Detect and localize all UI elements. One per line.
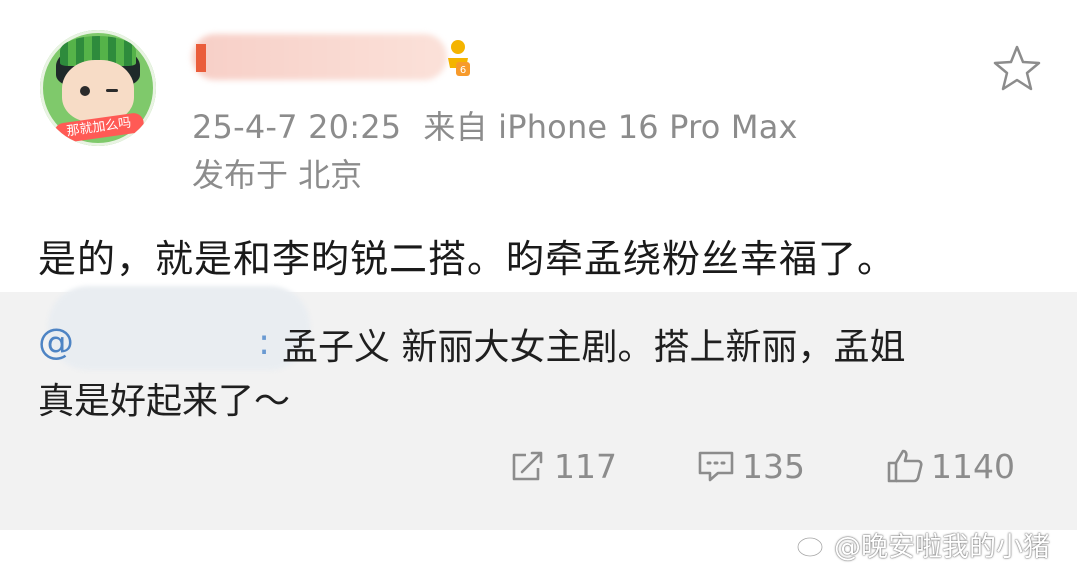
mention-redacted[interactable] xyxy=(48,286,310,370)
vip-badge-icon: 6 xyxy=(448,40,470,76)
mention-at-symbol[interactable]: @ xyxy=(38,322,74,363)
repost-block[interactable]: @ : 孟子义 新丽大女主剧。搭上新丽，孟姐 真是好起来了～ 117 135 1… xyxy=(0,286,1077,530)
comment-count: 135 xyxy=(742,446,805,486)
repost-text-line1: 孟子义 新丽大女主剧。搭上新丽，孟姐 xyxy=(282,327,906,368)
post-meta: 25-4-7 20:25 来自 iPhone 16 Pro Max xyxy=(192,102,798,148)
weibo-watermark: @晚安啦我的小猪 xyxy=(796,526,1050,563)
repost-button[interactable]: 117 xyxy=(508,444,617,488)
repost-count: 117 xyxy=(554,446,617,486)
favorite-star-icon[interactable] xyxy=(990,42,1044,96)
post-source: 来自 iPhone 16 Pro Max xyxy=(423,108,798,146)
avatar-wink xyxy=(106,89,118,92)
author-avatar[interactable]: 那就加么吗 xyxy=(40,30,156,146)
mention-colon: : xyxy=(258,322,271,363)
avatar-face xyxy=(62,60,134,122)
like-count: 1140 xyxy=(931,446,1015,486)
post-timestamp: 25-4-7 20:25 xyxy=(192,108,402,146)
comment-icon xyxy=(698,451,734,482)
svg-text:6: 6 xyxy=(460,65,466,76)
watermark-text: @晚安啦我的小猪 xyxy=(834,531,1050,563)
post-location: 发布于 北京 xyxy=(192,156,363,194)
repost-icon xyxy=(512,451,543,481)
comment-button[interactable]: 135 xyxy=(696,444,805,488)
weibo-logo-icon xyxy=(796,532,829,558)
author-name-fragment xyxy=(196,44,206,72)
thumbs-up-icon xyxy=(887,449,923,483)
like-button[interactable]: 1140 xyxy=(885,444,1015,488)
repost-text-line2: 真是好起来了～ xyxy=(38,381,291,422)
post-body: 是的，就是和李昀锐二搭。昀牵孟绕粉丝幸福了。 xyxy=(38,237,897,281)
author-name-redacted[interactable] xyxy=(192,34,447,80)
avatar-eye xyxy=(80,86,90,96)
